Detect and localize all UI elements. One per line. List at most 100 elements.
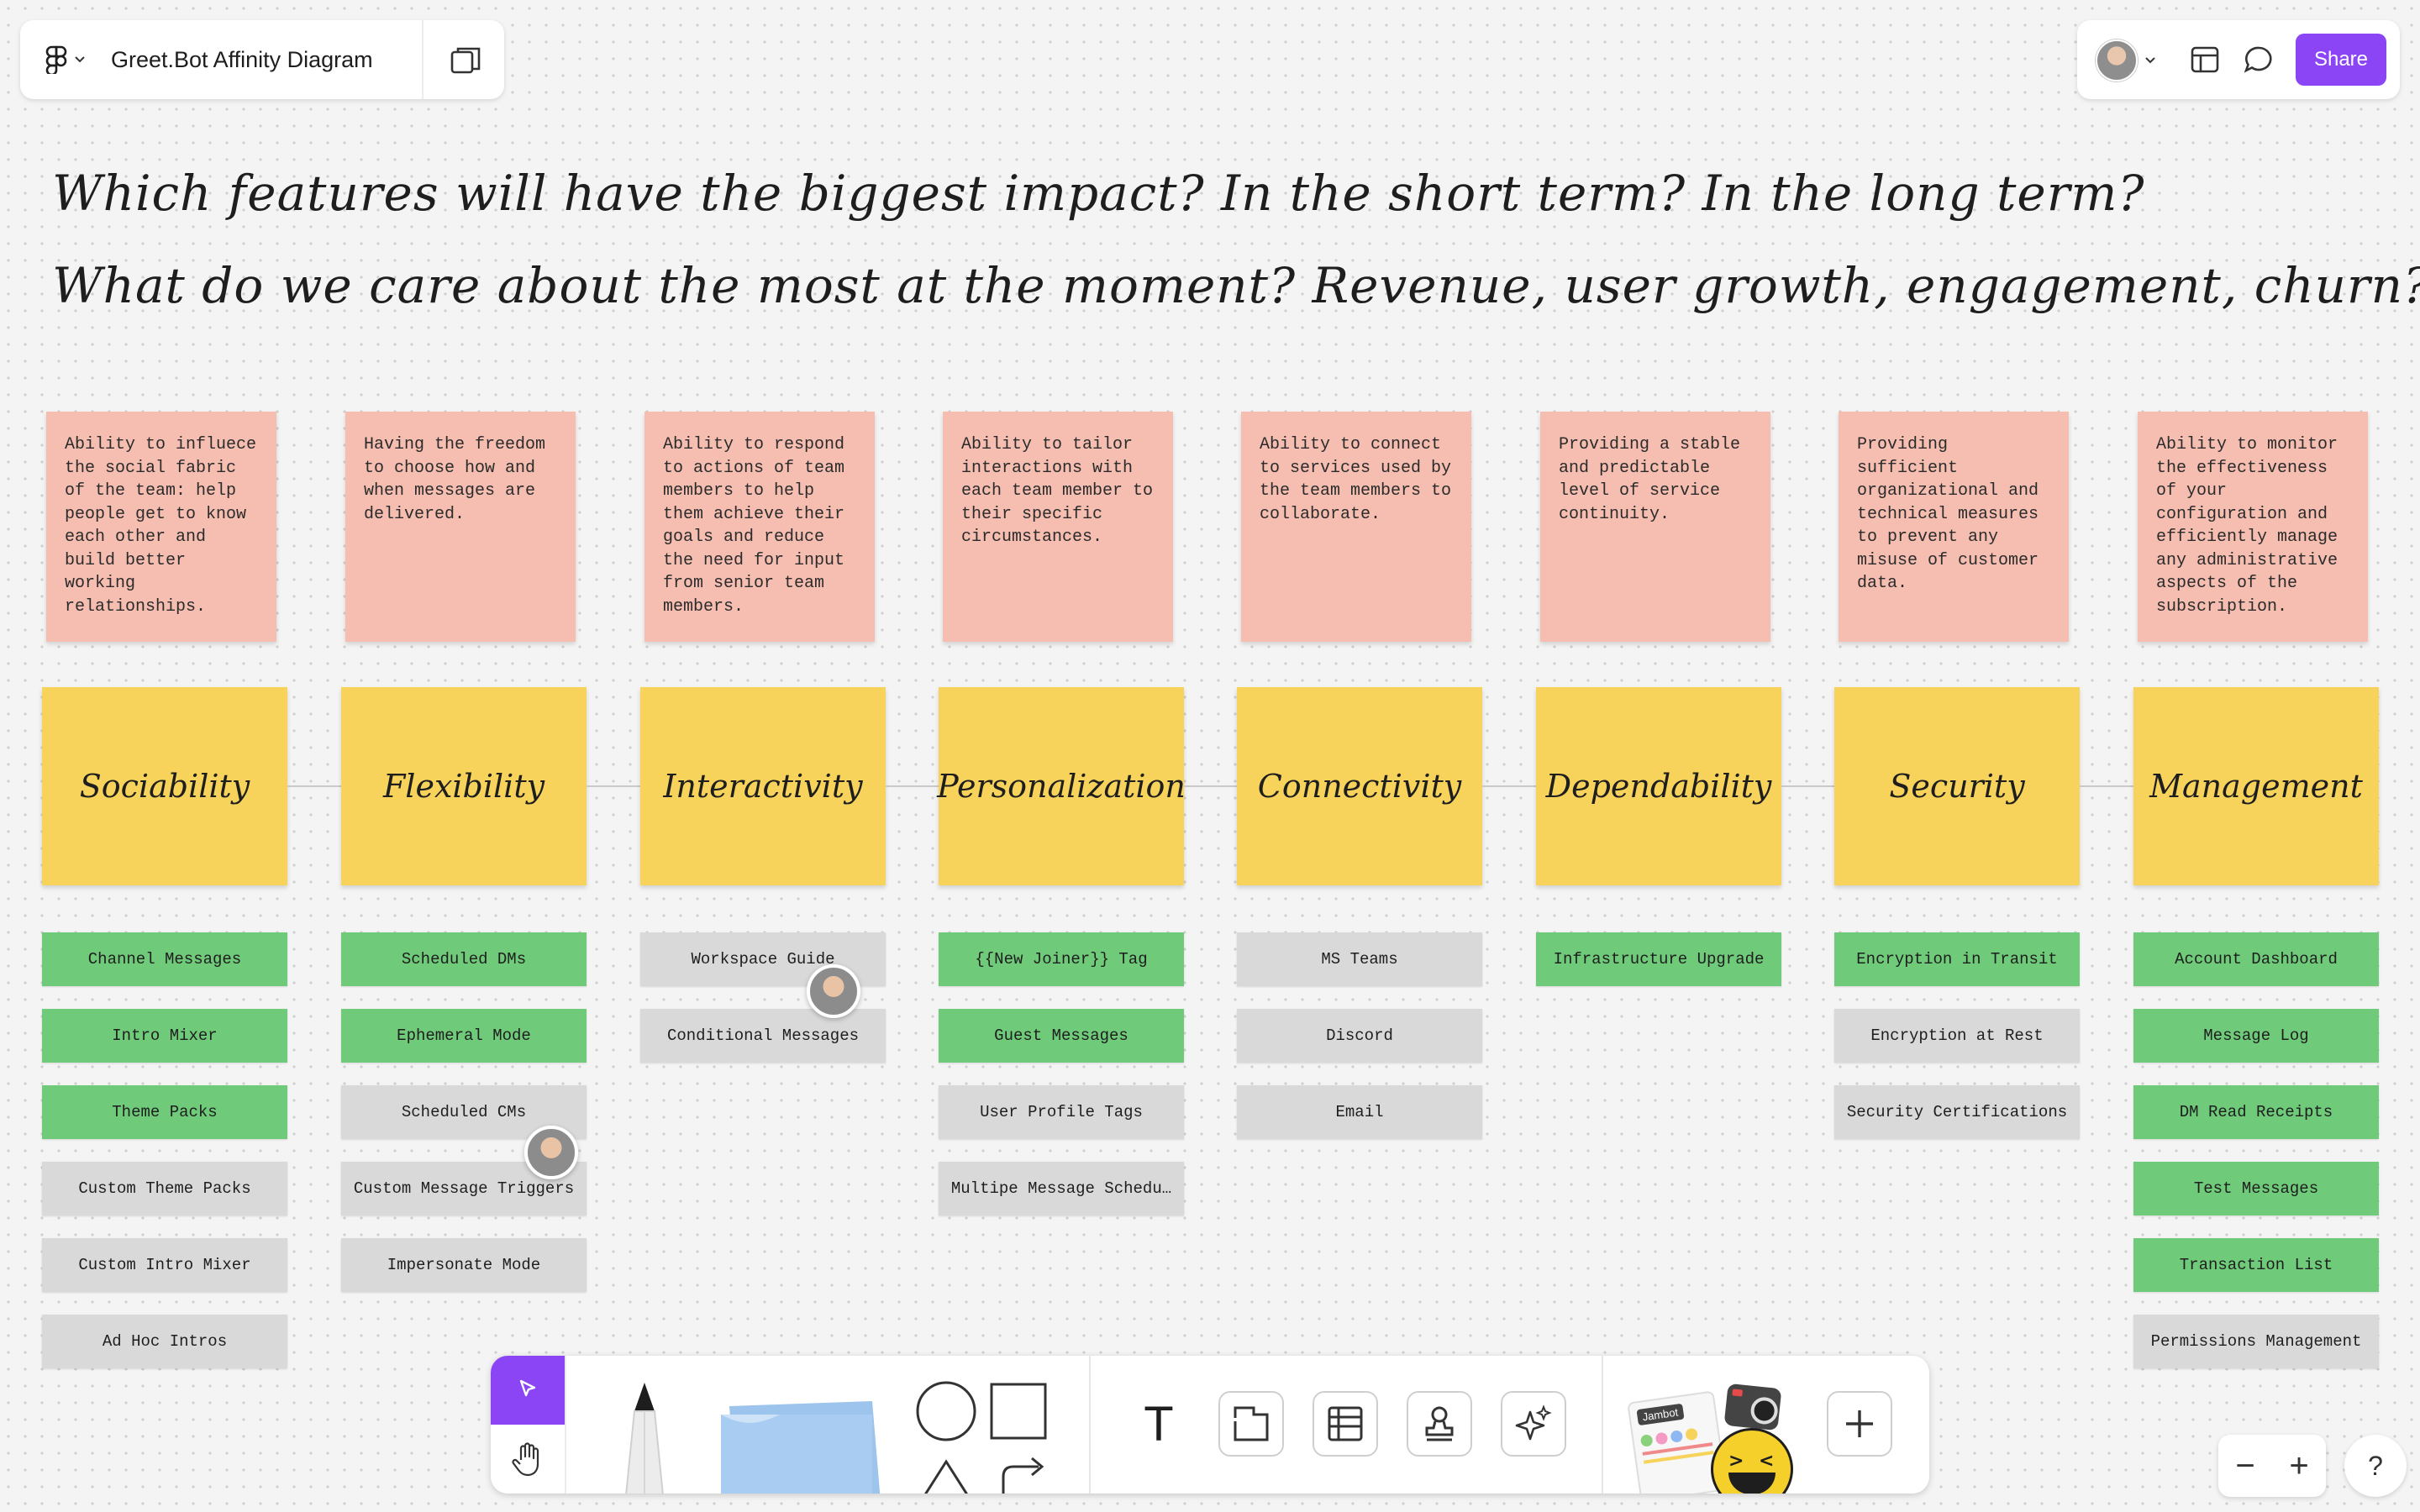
feature-card[interactable]: Conditional Messages: [640, 1009, 886, 1063]
category-title: Security: [1889, 768, 2025, 805]
description-sticky[interactable]: Ability to tailor interactions with each…: [943, 412, 1173, 642]
feature-card[interactable]: Security Certifications: [1834, 1085, 2080, 1139]
description-sticky[interactable]: Ability to respond to actions of team me…: [644, 412, 875, 642]
category-title: Connectivity: [1257, 768, 1462, 805]
feature-card[interactable]: Intro Mixer: [42, 1009, 287, 1063]
feature-card[interactable]: Theme Packs: [42, 1085, 287, 1139]
feature-card[interactable]: Transaction List: [2133, 1238, 2379, 1292]
text-tool[interactable]: T: [1126, 1391, 1192, 1457]
ai-tool[interactable]: [1501, 1391, 1566, 1457]
plus-icon: [1846, 1410, 1873, 1437]
description-sticky[interactable]: Ability to influece the social fabric of…: [46, 412, 276, 642]
connector-line[interactable]: [886, 785, 939, 787]
description-sticky[interactable]: Providing a stable and predictable level…: [1540, 412, 1770, 642]
file-panel: Greet.Bot Affinity Diagram: [20, 20, 504, 99]
category-sticky[interactable]: Dependability: [1536, 687, 1781, 885]
feature-card[interactable]: Infrastructure Upgrade: [1536, 932, 1781, 986]
category-sticky[interactable]: Flexibility: [341, 687, 587, 885]
category-sticky[interactable]: Interactivity: [640, 687, 886, 885]
more-tools-button[interactable]: [1827, 1391, 1892, 1457]
section-icon: [1234, 1406, 1269, 1441]
chevron-down-icon: [75, 56, 85, 63]
feature-card[interactable]: Message Log: [2133, 1009, 2379, 1063]
feature-card[interactable]: DM Read Receipts: [2133, 1085, 2379, 1139]
hand-tool[interactable]: [491, 1425, 565, 1494]
divider: [1602, 1356, 1603, 1494]
feature-card[interactable]: {{New Joiner}} Tag: [939, 932, 1184, 986]
user-avatar-menu[interactable]: [2096, 39, 2156, 81]
cursor-arrow-icon: [519, 1379, 536, 1397]
divider: [565, 1356, 566, 1494]
category-title: Management: [2149, 768, 2363, 805]
connector-line[interactable]: [587, 785, 640, 787]
feature-card[interactable]: Guest Messages: [939, 1009, 1184, 1063]
figma-logo-icon: [45, 45, 67, 74]
connector-line[interactable]: [1482, 785, 1536, 787]
category-title: Sociability: [79, 768, 250, 805]
select-tool[interactable]: [491, 1356, 565, 1425]
feature-card[interactable]: Ephemeral Mode: [341, 1009, 587, 1063]
file-title[interactable]: Greet.Bot Affinity Diagram: [111, 47, 373, 73]
zoom-in-button[interactable]: +: [2272, 1435, 2326, 1497]
connector-line[interactable]: [1781, 785, 1834, 787]
connector-line[interactable]: [287, 785, 341, 787]
table-tool[interactable]: [1313, 1391, 1378, 1457]
share-button[interactable]: Share: [2296, 34, 2386, 86]
collaborator-cursor-avatar: [524, 1126, 578, 1179]
avatar: [2096, 39, 2138, 81]
description-sticky[interactable]: Providing sufficient organizational and …: [1839, 412, 2069, 642]
sparkle-icon: [1515, 1404, 1552, 1441]
prompt-text[interactable]: Which features will have the biggest imp…: [52, 165, 2145, 222]
feature-card[interactable]: User Profile Tags: [939, 1085, 1184, 1139]
feature-card[interactable]: Custom Theme Packs: [42, 1162, 287, 1215]
feature-card[interactable]: Discord: [1237, 1009, 1482, 1063]
feature-card[interactable]: Encryption at Rest: [1834, 1009, 2080, 1063]
description-sticky[interactable]: Having the freedom to choose how and whe…: [345, 412, 576, 642]
feature-card[interactable]: Multipe Message Schedu…: [939, 1162, 1184, 1215]
layout-icon[interactable]: [2190, 45, 2220, 74]
category-title: Dependability: [1545, 768, 1772, 805]
feature-card[interactable]: Email: [1237, 1085, 1482, 1139]
camera-widget: [1723, 1383, 1782, 1431]
feature-card[interactable]: Scheduled DMs: [341, 932, 587, 986]
feature-card[interactable]: MS Teams: [1237, 932, 1482, 986]
collaboration-panel: Share: [2077, 20, 2400, 99]
emoji-widget-icon: > <: [1711, 1428, 1793, 1494]
category-sticky[interactable]: Sociability: [42, 687, 287, 885]
category-sticky[interactable]: Management: [2133, 687, 2379, 885]
connector-line[interactable]: [2080, 785, 2133, 787]
feature-card[interactable]: Test Messages: [2133, 1162, 2379, 1215]
divider: [1089, 1356, 1091, 1494]
help-button[interactable]: ?: [2344, 1435, 2407, 1497]
feature-card[interactable]: Permissions Management: [2133, 1315, 2379, 1368]
feature-card[interactable]: Ad Hoc Intros: [42, 1315, 287, 1368]
zoom-controls: − +: [2218, 1435, 2326, 1497]
stamp-tool[interactable]: [1407, 1391, 1472, 1457]
feature-card[interactable]: Channel Messages: [42, 932, 287, 986]
comment-icon[interactable]: [2244, 45, 2274, 74]
feature-card[interactable]: Account Dashboard: [2133, 932, 2379, 986]
prompt-text[interactable]: What do we care about the most at the mo…: [52, 257, 2420, 314]
shapes-tool[interactable]: [916, 1378, 1059, 1494]
feature-card[interactable]: Custom Intro Mixer: [42, 1238, 287, 1292]
section-tool[interactable]: [1218, 1391, 1284, 1457]
description-sticky[interactable]: Ability to connect to services used by t…: [1241, 412, 1471, 642]
divider: [422, 20, 424, 99]
sticky-note-tool[interactable]: [711, 1381, 896, 1494]
marker-tool[interactable]: [607, 1378, 682, 1494]
feature-card[interactable]: Impersonate Mode: [341, 1238, 587, 1292]
zoom-out-button[interactable]: −: [2218, 1435, 2272, 1497]
feature-card[interactable]: Encryption in Transit: [1834, 932, 2080, 986]
category-sticky[interactable]: Security: [1834, 687, 2080, 885]
pages-icon[interactable]: [449, 44, 482, 77]
category-sticky[interactable]: Personalization: [937, 687, 1186, 885]
connector-line[interactable]: [1184, 785, 1237, 787]
widgets-tool[interactable]: Jambot > <: [1627, 1381, 1810, 1494]
category-title: Personalization: [937, 768, 1186, 805]
category-title: Interactivity: [663, 768, 863, 805]
collaborator-cursor-avatar: [807, 964, 860, 1018]
description-sticky[interactable]: Ability to monitor the effectiveness of …: [2138, 412, 2368, 642]
category-sticky[interactable]: Connectivity: [1237, 687, 1482, 885]
main-menu-button[interactable]: [45, 45, 86, 74]
text-tool-glyph: T: [1144, 1396, 1174, 1452]
